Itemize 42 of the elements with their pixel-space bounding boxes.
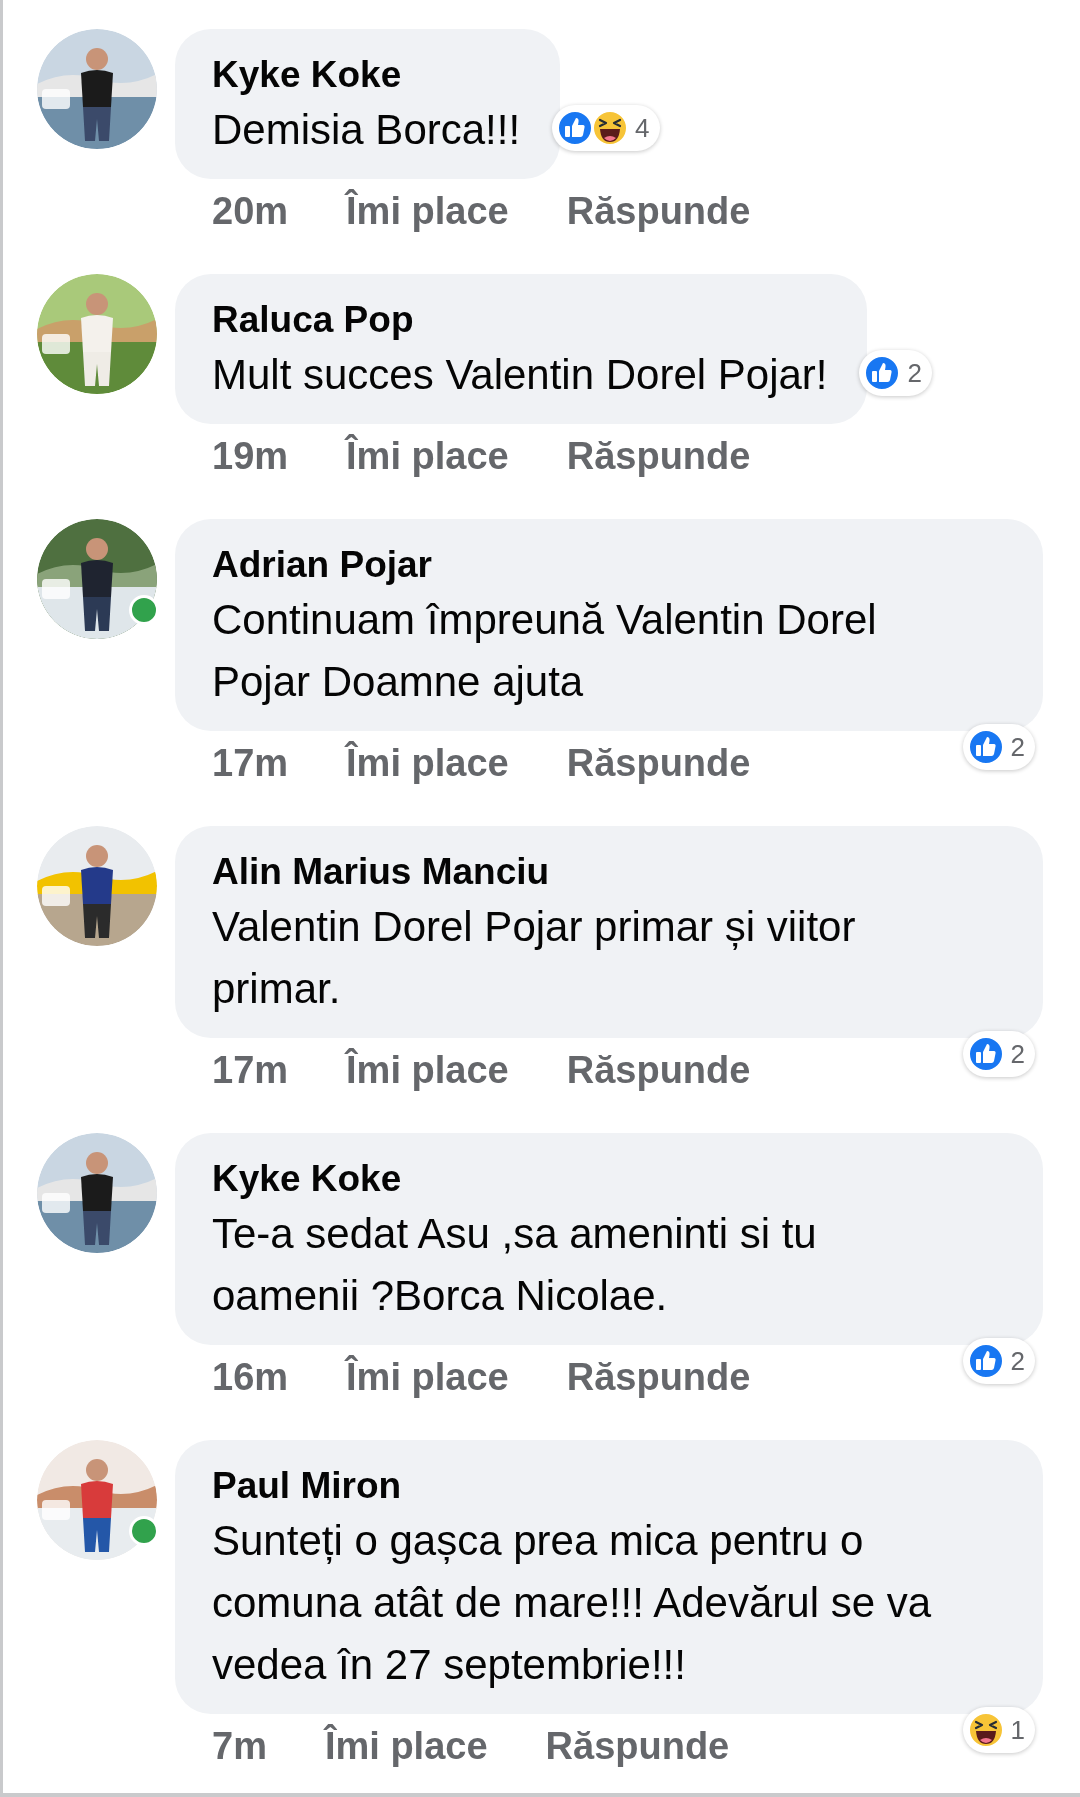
like-link[interactable]: Îmi place [324, 1724, 488, 1768]
author-name[interactable]: Alin Marius Manciu [212, 848, 1003, 896]
reaction-summary[interactable]: 1 [962, 1707, 1035, 1753]
comment-text: Continuam împreună Valentin Dorel Pojar Doamne ajuta [212, 595, 878, 707]
author-name[interactable]: Raluca Pop [212, 296, 828, 344]
reaction-summary[interactable]: 2 [962, 1338, 1035, 1384]
comment-text: Demisia Borca!!! [212, 105, 521, 155]
comment-time[interactable]: 19m [212, 434, 289, 478]
comment-time[interactable]: 7m [212, 1724, 267, 1768]
reaction-summary[interactable]: 4 [552, 105, 660, 151]
reaction-summary[interactable]: 2 [962, 724, 1035, 770]
author-name[interactable]: Paul Miron [212, 1462, 1003, 1510]
like-link[interactable]: Îmi place [346, 189, 509, 233]
reply-link[interactable]: Răspunde [566, 1048, 751, 1092]
reaction-count: 2 [1010, 731, 1025, 763]
author-name[interactable]: Kyke Koke [212, 1155, 1003, 1203]
reaction-count: 4 [635, 112, 650, 144]
reply-link[interactable]: Răspunde [566, 434, 751, 478]
reply-link[interactable]: Răspunde [566, 189, 751, 233]
comment-text: Mult succes Valentin Dorel Pojar! [212, 350, 828, 400]
like-link[interactable]: Îmi place [346, 434, 509, 478]
comment-text: Sunteți o gașca prea mica pentru o comuna atât de mare!!! Adevărul se va vedea în 27 septembrie!!! [212, 1516, 933, 1690]
comment-text: Te-a sedat Asu ,sa ameninti si tu oamenii ?Borca Nicolae. [212, 1209, 818, 1321]
like-link[interactable]: Îmi place [346, 741, 509, 785]
like-link[interactable]: Îmi place [346, 1355, 509, 1399]
reaction-summary[interactable]: 2 [859, 350, 932, 396]
like-link[interactable]: Îmi place [346, 1048, 509, 1092]
comment-time[interactable]: 20m [212, 189, 289, 233]
reaction-count: 1 [1010, 1714, 1025, 1746]
reply-link[interactable]: Răspunde [566, 741, 751, 785]
comment-time[interactable]: 16m [212, 1355, 289, 1399]
author-name[interactable]: Kyke Koke [212, 51, 521, 99]
reaction-count: 2 [907, 357, 922, 389]
comment-time[interactable]: 17m [212, 1048, 289, 1092]
comment-time[interactable]: 17m [212, 741, 289, 785]
reaction-count: 2 [1010, 1038, 1025, 1070]
reply-link[interactable]: Răspunde [566, 1355, 751, 1399]
reaction-summary[interactable]: 2 [962, 1031, 1035, 1077]
reply-link[interactable]: Răspunde [545, 1724, 730, 1768]
reaction-count: 2 [1010, 1345, 1025, 1377]
comment-text: Valentin Dorel Pojar primar și viitor primar. [212, 902, 857, 1014]
author-name[interactable]: Adrian Pojar [212, 541, 1003, 589]
